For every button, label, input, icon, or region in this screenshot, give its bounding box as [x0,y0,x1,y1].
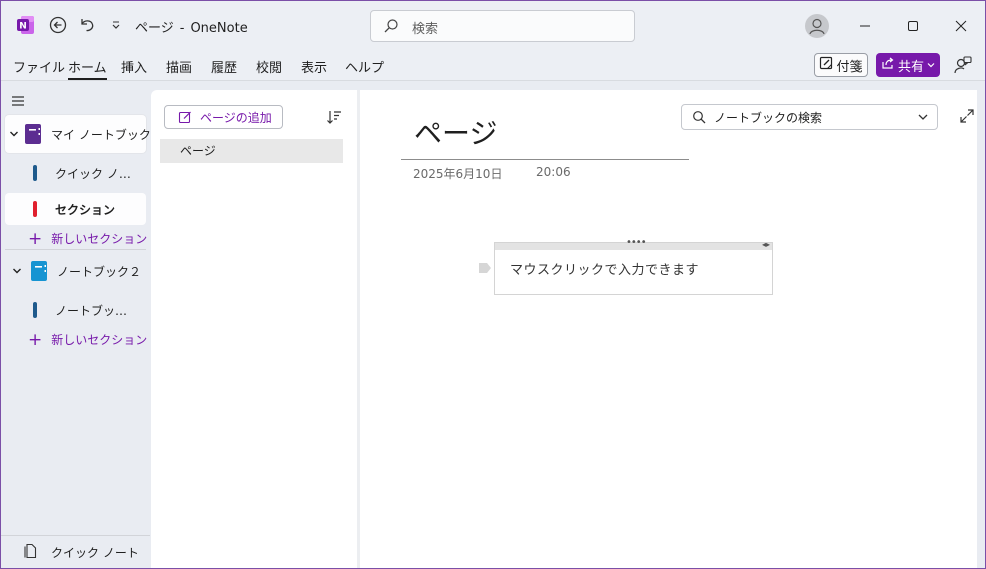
drag-handle-icon: •••• [626,237,647,248]
notebook-navigation: マイ ノートブック クイック ノ… セクション + 新しいセクション ノートブッ… [1,82,151,568]
customize-toolbar-chevron-down-icon[interactable] [105,14,127,36]
menu-help[interactable]: ヘルプ [345,57,384,76]
title-underline [401,159,689,160]
section-item-notebook2-section[interactable]: ノートブッ… [5,294,146,326]
divider [5,249,146,250]
notebook-search-placeholder: ノートブックの検索 [714,110,823,125]
share-label: 共有 [897,59,924,75]
quick-notes-label: クイック ノート [51,546,139,560]
resize-arrows-icon[interactable]: ◂▸ [762,240,770,250]
share-icon [881,56,895,74]
notebook-icon [25,124,41,144]
notebook-icon [31,261,47,281]
paragraph-handle-icon[interactable] [478,262,492,274]
menu-review[interactable]: 校閲 [256,57,282,76]
plus-icon: + [28,329,43,350]
chevron-down-icon[interactable] [9,129,19,139]
notebook-search-box[interactable]: ノートブックの検索 [681,104,938,130]
title-page-name: ページ [135,21,174,36]
menu-insert[interactable]: 挿入 [121,57,147,76]
window-title: ページ - OneNote [135,17,248,36]
plus-icon: + [28,228,43,249]
feedback-icon[interactable] [953,55,973,75]
sticky-note-icon [819,56,833,74]
add-section-button[interactable]: + 新しいセクション [28,230,147,247]
minimize-icon[interactable] [852,13,878,39]
search-icon [692,110,706,124]
user-avatar-icon[interactable] [805,14,829,38]
section-label: クイック ノ… [55,166,131,181]
ribbon-menu-bar: ファイル ホーム 挿入 描画 履歴 校閲 表示 ヘルプ 付箋 共有 [1,51,985,81]
quick-notes-button[interactable]: クイック ノート [23,543,139,562]
share-chevron-down-icon [927,58,935,73]
sticky-notes-label: 付箋 [836,59,863,75]
notebook-item-my-notebook[interactable]: マイ ノートブック [5,115,151,153]
menu-view[interactable]: 表示 [301,57,327,76]
section-item-section[interactable]: セクション [5,193,146,225]
search-box[interactable]: 検索 [370,10,635,42]
page-list-pane: ページの追加 ページ [151,90,357,568]
section-label: セクション [55,202,116,217]
menu-draw[interactable]: 描画 [166,57,192,76]
title-separator: - [179,21,185,36]
section-tab-icon [33,201,37,217]
svg-text:N: N [19,22,27,32]
notebook-name: ノートブック２ [57,264,142,279]
expand-icon[interactable] [959,108,975,124]
chevron-down-icon[interactable] [917,111,929,126]
section-item-quick-notes[interactable]: クイック ノ… [5,157,146,189]
note-container[interactable]: •••• ◂▸ マウスクリックで入力できます [494,237,773,295]
window-edge [978,82,985,568]
menu-home[interactable]: ホーム [68,57,107,80]
sticky-notes-button[interactable]: 付箋 [814,53,868,77]
title-bar: N ページ - OneNote 検索 [1,1,985,51]
page-canvas[interactable]: ノートブックの検索 ページ 2025年6月10日 20:06 •••• ◂▸ マ… [360,90,977,568]
add-section-button[interactable]: + 新しいセクション [28,331,147,348]
note-text[interactable]: マウスクリックで入力できます [510,259,699,278]
notebook-name: マイ ノートブック [51,127,151,142]
page-date: 2025年6月10日 [413,167,503,181]
back-arrow-icon[interactable] [47,14,69,36]
menu-history[interactable]: 履歴 [211,57,237,76]
note-container-handle[interactable]: •••• ◂▸ [495,237,772,250]
section-label: ノートブッ… [55,303,128,318]
search-icon [383,18,399,38]
add-page-button[interactable]: ページの追加 [164,105,283,129]
menu-file[interactable]: ファイル [13,57,65,76]
add-section-label: 新しいセクション [51,333,148,347]
close-icon[interactable] [948,13,974,39]
page-icon [23,543,37,562]
onenote-window: N ページ - OneNote 検索 ファイル ホーム 挿入 描画 履歴 校閲 … [0,0,986,569]
divider [1,535,150,536]
hamburger-icon[interactable] [11,94,25,108]
section-tab-icon [33,302,37,318]
page-list-item[interactable]: ページ [160,139,343,163]
undo-icon[interactable] [76,14,98,36]
edit-icon [178,110,192,124]
page-time: 20:06 [536,165,571,179]
sort-icon[interactable] [325,108,343,126]
search-placeholder: 検索 [412,22,439,37]
section-tab-icon [33,165,37,181]
notebook-item-notebook2[interactable]: ノートブック２ [5,252,146,290]
title-app-name: OneNote [190,21,248,36]
chevron-down-icon[interactable] [9,266,25,276]
maximize-icon[interactable] [900,13,926,39]
onenote-logo-icon: N [15,14,37,36]
add-page-label: ページの追加 [200,110,272,125]
page-title[interactable]: ページ [414,112,497,152]
share-button[interactable]: 共有 [876,53,940,77]
add-section-label: 新しいセクション [51,232,148,246]
